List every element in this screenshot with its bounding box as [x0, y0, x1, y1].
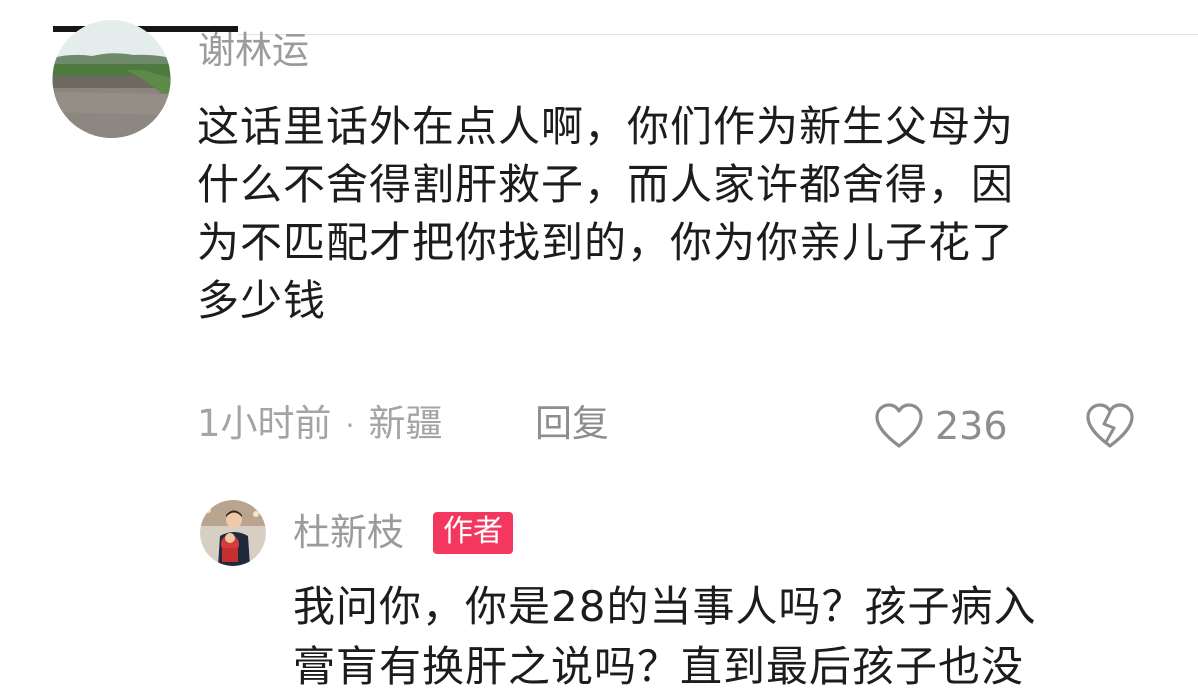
divider [238, 34, 1198, 35]
author-avatar[interactable] [200, 500, 266, 566]
author-badge: 作者 [433, 512, 513, 554]
comment-time: 1小时前 [197, 402, 332, 445]
comment-body: 这话里话外在点人啊，你们作为新生父母为 什么不舍得割肝救子，而人家许都舍得，因 … [197, 98, 1137, 330]
reply-line: 膏肓有换肝之说吗？直到最后孩子也没 [293, 642, 1025, 691]
reply-line: 我问你，你是28的当事人吗？孩子病入 [293, 582, 1037, 631]
commenter-avatar[interactable] [52, 20, 171, 138]
comment-meta: 1小时前 · 新疆 [197, 405, 442, 442]
author-name[interactable]: 杜新枝 [293, 514, 404, 551]
meta-separator: · [345, 408, 355, 442]
like-button[interactable]: 236 [873, 400, 1008, 452]
comment-line: 多少钱 [197, 276, 327, 325]
reply-body: 我问你，你是28的当事人吗？孩子病入 膏肓有换肝之说吗？直到最后孩子也没 [293, 577, 1173, 692]
comment-line: 为不匹配才把你找到的，你为你亲儿子花了 [197, 218, 1015, 267]
dislike-button[interactable] [1084, 402, 1136, 450]
commenter-name[interactable]: 谢林运 [198, 32, 309, 69]
broken-heart-icon [1086, 403, 1134, 448]
comment-line: 这话里话外在点人啊，你们作为新生父母为 [197, 102, 1015, 151]
reply-button[interactable]: 回复 [535, 405, 609, 442]
landscape-avatar-icon [52, 20, 171, 138]
comment-location: 新疆 [368, 402, 443, 445]
like-count: 236 [935, 404, 1008, 448]
comment-line: 什么不舍得割肝救子，而人家许都舍得，因 [197, 160, 1015, 209]
child-photo-avatar-icon [200, 500, 266, 566]
comment-thread: 谢林运 这话里话外在点人啊，你们作为新生父母为 什么不舍得割肝救子，而人家许都舍… [0, 0, 1198, 692]
heart-outline-icon [875, 403, 923, 448]
